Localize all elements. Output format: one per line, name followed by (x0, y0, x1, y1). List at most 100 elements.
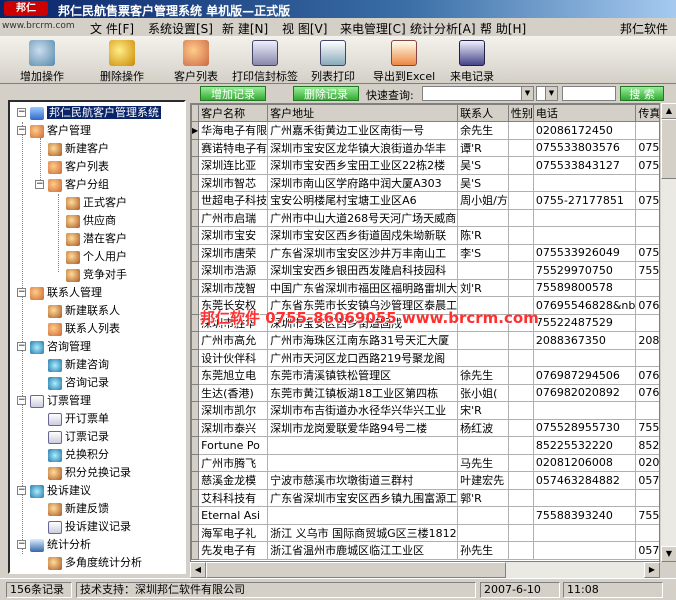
tree-complaint-records[interactable]: 投诉建议记录 (48, 518, 131, 535)
cell-customer-address[interactable]: 深圳市宝安区西乡街道固戍 (267, 314, 459, 332)
cell-phone[interactable] (533, 489, 637, 507)
cell-gender[interactable] (508, 506, 534, 525)
tree-consult-mgmt[interactable]: 咨询管理 (30, 338, 91, 355)
tree-new-consult[interactable]: 新建咨询 (48, 356, 109, 373)
tree-customer-list[interactable]: 客户列表 (48, 158, 109, 175)
cell-customer-address[interactable] (267, 454, 459, 472)
delete-operation-button[interactable]: 删除操作 (100, 40, 144, 84)
cell-contact[interactable] (457, 506, 509, 525)
cell-fax[interactable] (635, 279, 659, 297)
cell-customer-name[interactable]: 华海电子有限 (198, 121, 269, 140)
table-row[interactable]: 先发电子有浙江省温州市鹿城区临江工业区孙先生 0577864 (191, 541, 659, 560)
cell-contact[interactable]: 吴'S (457, 174, 509, 192)
cell-customer-address[interactable]: 中国广东省深圳市福田区福明路雷圳大 (267, 279, 459, 297)
cell-contact[interactable]: 宋'R (457, 401, 509, 420)
cell-fax[interactable]: 8522553 (635, 436, 659, 455)
add-record-button[interactable]: 增加记录 (200, 86, 266, 101)
col-customer-name[interactable]: 客户名称 (198, 104, 269, 122)
table-row[interactable]: 东莞旭立电东莞市清溪镇铁松管理区徐先生 0769872945060769878 (191, 366, 659, 385)
cell-gender[interactable] (508, 366, 534, 385)
cell-phone[interactable]: 076982020892 (533, 384, 637, 402)
cell-gender[interactable] (508, 296, 534, 315)
cell-gender[interactable] (508, 401, 534, 420)
cell-gender[interactable] (508, 191, 534, 210)
cell-phone[interactable] (533, 209, 637, 227)
cell-gender[interactable] (508, 349, 534, 367)
expander-customer-group[interactable]: − (35, 180, 44, 189)
cell-phone[interactable] (533, 541, 637, 560)
table-row[interactable]: Fortune Po 852255322208522553 (191, 436, 659, 455)
cell-contact[interactable]: 陈'R (457, 226, 509, 245)
col-phone[interactable]: 电话 (532, 104, 637, 122)
cell-fax[interactable]: 0769820 (635, 384, 659, 402)
scroll-left-button[interactable]: ◀ (190, 562, 206, 578)
cell-customer-name[interactable]: 深圳市茂智 (198, 279, 269, 297)
cell-contact[interactable] (457, 209, 509, 227)
cell-fax[interactable] (635, 524, 659, 542)
table-row[interactable]: 广州市高允广州市海珠区江南东路31号天汇大厦 20883673502084059 (191, 331, 659, 350)
cell-contact[interactable]: 孙先生 (457, 541, 509, 560)
tree-issue-ticket[interactable]: 开订票单 (48, 410, 109, 427)
cell-fax[interactable]: 0769554 (635, 296, 659, 315)
cell-fax[interactable]: 7552979 (635, 261, 659, 280)
tree-supplier[interactable]: 供应商 (66, 212, 116, 229)
cell-fax[interactable]: 0755274 (635, 156, 659, 175)
cell-phone[interactable]: 057463284882 (533, 471, 637, 490)
table-row[interactable]: 东莞长安权广东省东莞市长安镇乌沙管理区泰晨工 07695546828&nb0769… (191, 296, 659, 315)
cell-customer-address[interactable]: 深圳市宝安区西乡街道固戍朱坳新联 (267, 226, 459, 245)
cell-customer-address[interactable]: 广州市天河区龙口西路219号聚龙阁 (267, 349, 459, 367)
row-indicator[interactable] (191, 173, 200, 192)
cell-fax[interactable]: 0577864 (635, 541, 659, 560)
cell-fax[interactable] (635, 174, 659, 192)
cell-customer-address[interactable]: 广东省深圳市宝安区西乡镇九围富源工 (267, 489, 459, 507)
tree-formal-customer[interactable]: 正式客户 (66, 194, 127, 211)
cell-fax[interactable]: 2084059 (635, 331, 659, 350)
cell-customer-name[interactable]: 生达(香港) (198, 384, 269, 402)
cell-contact[interactable]: 张小姐( (457, 384, 509, 402)
tree-potential-customer[interactable]: 潜在客户 (66, 230, 127, 247)
vertical-scrollbar[interactable]: ▲ ▼ (660, 103, 676, 562)
row-indicator[interactable] (191, 156, 200, 175)
table-row[interactable]: 赛诺特电子有 深圳市宝安区龙华镇大浪街道办华丰 谭'R 075533803576 075… (191, 138, 659, 157)
horizontal-scrollbar[interactable]: ◀ ▶ (190, 562, 660, 578)
cell-fax[interactable]: 0755278 (635, 244, 659, 262)
cell-contact[interactable] (457, 349, 509, 367)
cell-fax[interactable] (635, 401, 659, 420)
row-indicator[interactable] (191, 436, 200, 455)
cell-fax[interactable] (635, 314, 659, 332)
scroll-thumb[interactable] (661, 119, 676, 179)
cell-gender[interactable] (508, 226, 534, 245)
table-row[interactable]: 设计伙伴科 广州市天河区龙口西路219号聚龙阁 (191, 348, 659, 367)
tree-customer-group[interactable]: 客户分组 (48, 176, 109, 193)
add-operation-button[interactable]: 增加操作 (20, 40, 64, 84)
table-row[interactable]: 世超电子科技 宝安公明楼尾村宝塘工业区A6 周小姐/方 0755-27177851 07… (191, 191, 659, 210)
cell-contact[interactable]: 周小姐/方 (457, 191, 509, 210)
cell-phone[interactable]: 75522487529 (533, 314, 637, 332)
tree-contact-mgmt[interactable]: 联系人管理 (30, 284, 102, 301)
cell-phone[interactable]: 02086172450 (533, 121, 637, 140)
cell-phone[interactable]: 075533803576 (533, 139, 637, 157)
menu-help[interactable]: 帮 助[H] (480, 20, 526, 37)
cell-contact[interactable] (457, 436, 509, 455)
print-label-button[interactable]: 打印信封标签 (232, 40, 298, 84)
cell-phone[interactable]: 85225532220 (533, 436, 637, 455)
cell-fax[interactable] (635, 226, 659, 245)
cell-customer-address[interactable]: 浙江 义乌市 国际商贸城G区三楼1812 (267, 524, 459, 542)
col-gender[interactable]: 性别 (507, 104, 534, 122)
cell-customer-name[interactable]: 深圳市智芯 (198, 174, 269, 192)
cell-gender[interactable] (508, 419, 534, 437)
tree-personal-user[interactable]: 个人用户 (66, 248, 127, 265)
cell-contact[interactable]: 余先生 (457, 121, 509, 140)
cell-phone[interactable]: 075528955730 (533, 419, 637, 437)
table-row[interactable]: 深圳市胜华 深圳市宝安区西乡街道固戍 75522487529 (191, 313, 659, 332)
cell-gender[interactable] (508, 279, 534, 297)
menu-calls[interactable]: 来电管理[C] (340, 20, 406, 37)
cell-gender[interactable] (508, 454, 534, 472)
table-row[interactable]: 深圳市浩源深圳宝安西乡银田西发隆启科技园科 755299707507552979 (191, 261, 659, 280)
table-row[interactable]: 广州市腾飞 马先生 020812060080208120 (191, 453, 659, 472)
row-indicator[interactable] (191, 418, 200, 437)
cell-customer-address[interactable]: 浙江省温州市鹿城区临江工业区 (267, 541, 459, 560)
menu-view[interactable]: 视 图[V] (282, 20, 327, 37)
cell-fax[interactable]: 0769878 (635, 366, 659, 385)
cell-customer-address[interactable]: 宝安公明楼尾村宝塘工业区A6 (267, 191, 459, 210)
